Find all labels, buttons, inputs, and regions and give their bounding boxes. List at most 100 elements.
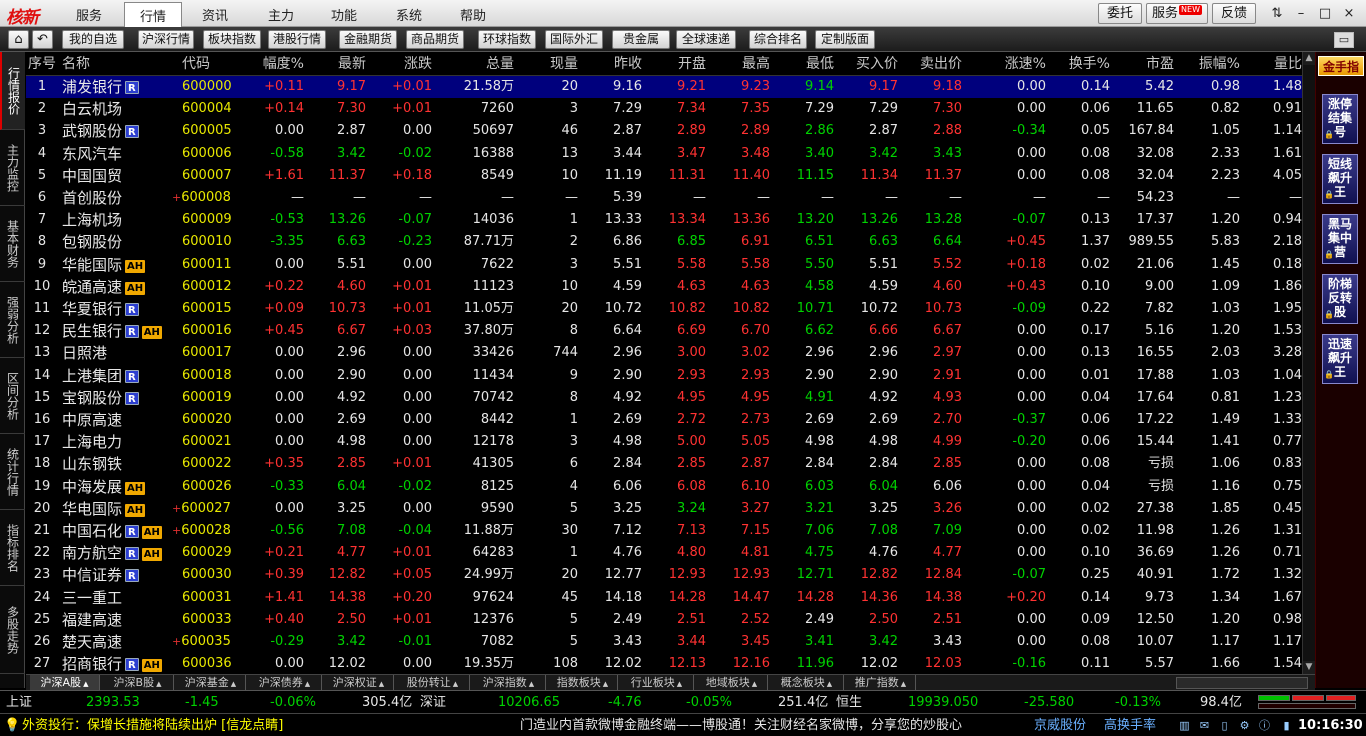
toolbar-jinrongqihuo[interactable]: 金融期货 <box>339 30 397 49</box>
watch-plus-icon[interactable]: + <box>172 191 181 204</box>
table-row[interactable]: 8 包钢股份 600010 -3.35 6.63 -0.23 87.71万 2 6.86 6.85… <box>26 231 1302 253</box>
leftnav-zhibiaopaiming[interactable]: 指标排名 <box>0 510 25 586</box>
leftnav-zhulijiankong[interactable]: 主力监控 <box>0 130 25 206</box>
menu-gongneng[interactable]: 功能 <box>323 5 365 25</box>
watch-plus-icon[interactable]: + <box>172 524 181 537</box>
toolbar-guijinshu[interactable]: 贵金属 <box>612 30 670 49</box>
toolbar-wodezixuan[interactable]: 我的自选 <box>62 30 124 49</box>
table-row[interactable]: 12 民生银行 R AH 600016 +0.45 6.67 +0.03 37.80万 8 6.64… <box>26 320 1302 342</box>
close-icon[interactable]: × <box>1338 4 1360 23</box>
menu-xitong[interactable]: 系统 <box>388 5 430 25</box>
table-row[interactable]: 14 上港集团 R 600018 0.00 2.90 0.00 11434 9 2.90 2.93 2… <box>26 365 1302 387</box>
rightbar-item-4[interactable]: 迅速飙升王 🔒 <box>1322 334 1358 384</box>
menu-hangqing[interactable]: 行情 <box>124 2 182 28</box>
leftnav-jibencaiwu[interactable]: 基本财务 <box>0 206 25 282</box>
scroll-up-icon[interactable]: ▲ <box>1303 52 1315 65</box>
leftnav-qujianfenxi[interactable]: 区间分析 <box>0 358 25 434</box>
table-row[interactable]: 6 首创股份 +600008 — — — — — 5.39 — — — — — — — 54.23 — — <box>26 187 1302 209</box>
fankui-button[interactable]: 反馈 <box>1212 3 1256 24</box>
vertical-scrollbar[interactable]: ▲ ▼ <box>1302 52 1315 674</box>
home-icon[interactable]: ⌂ <box>8 30 29 49</box>
column-header-no[interactable]: 序号 <box>26 52 58 76</box>
toolbar-quanqiusudi[interactable]: 全球速递 <box>676 30 736 49</box>
table-row[interactable]: 17 上海电力 600021 0.00 4.98 0.00 12178 3 4.98 5.00 5.… <box>26 431 1302 453</box>
table-row[interactable]: 20 华电国际 AH +600027 0.00 3.25 0.00 9590 5 3.25 3.24… <box>26 498 1302 520</box>
settings-icon[interactable]: ⚙ <box>1238 719 1251 732</box>
back-icon[interactable]: ↶ <box>32 30 53 49</box>
column-header-code[interactable]: 代码 <box>182 52 234 76</box>
table-row[interactable]: 5 中国国贸 600007 +1.61 11.37 +0.18 8549 10 11.19 11.… <box>26 165 1302 187</box>
market-tab-6[interactable]: 沪深指数 ▲ <box>472 675 546 691</box>
market-tab-4[interactable]: 沪深权证 ▲ <box>324 675 394 691</box>
news-headline[interactable]: 外资投行：保增长措施将陆续出炉 [信龙点睛] <box>22 714 512 736</box>
table-row[interactable]: 26 楚天高速 +600035 -0.29 3.42 -0.01 7082 5 3.43 3.44… <box>26 631 1302 653</box>
market-tab-7[interactable]: 指数板块 ▲ <box>548 675 618 691</box>
column-header-bid[interactable]: 买入价 <box>838 52 898 76</box>
market-tab-0[interactable]: 沪深A股 ▲ <box>30 675 100 691</box>
chart-icon[interactable]: ▥ <box>1178 719 1191 732</box>
rightbar-item-0[interactable]: 涨停结集号 🔒 <box>1322 94 1358 144</box>
column-header-chg[interactable]: 涨跌 <box>370 52 432 76</box>
market-tab-5[interactable]: 股份转让 ▲ <box>396 675 470 691</box>
watch-plus-icon[interactable]: + <box>172 502 181 515</box>
table-row[interactable]: 21 中国石化 R AH +600028 -0.56 7.08 -0.04 11.88万 30 7.… <box>26 520 1302 542</box>
column-header-prev[interactable]: 昨收 <box>582 52 642 76</box>
rightbar-item-3[interactable]: 阶梯反转股 🔒 <box>1322 274 1358 324</box>
toolbar-guojiwaihui[interactable]: 国际外汇 <box>545 30 603 49</box>
scroll-down-icon[interactable]: ▼ <box>1303 661 1315 674</box>
market-tab-3[interactable]: 沪深债券 ▲ <box>248 675 322 691</box>
toolbar-zonghepaiming[interactable]: 综合排名 <box>749 30 807 49</box>
weituo-button[interactable]: 委托 <box>1098 3 1142 24</box>
fuwu-button[interactable]: 服务 NEW <box>1146 3 1208 24</box>
news-ticker[interactable]: 门造业内首款微博金融终端——博股通！关注财经名家微博，分享您的炒股心 <box>520 714 1025 736</box>
leftnav-tongjihangqing[interactable]: 统计行情 <box>0 434 25 510</box>
table-row[interactable]: 22 南方航空 R AH 600029 +0.21 4.77 +0.01 64283 1 4.76 4… <box>26 542 1302 564</box>
jinshouzhi-button[interactable]: 金手指 <box>1318 56 1364 76</box>
mail-icon[interactable]: ✉ <box>1198 719 1211 732</box>
toolbar-dingzhibanmian[interactable]: 定制版面 <box>815 30 875 49</box>
column-header-last[interactable]: 最新 <box>308 52 366 76</box>
horizontal-scrollbar[interactable] <box>1176 677 1308 689</box>
column-header-vol[interactable]: 总量 <box>436 52 514 76</box>
table-row[interactable]: 13 日照港 600017 0.00 2.96 0.00 33426 744 2.96 3.00 3… <box>26 342 1302 364</box>
mobile-icon[interactable]: ▯ <box>1218 719 1231 732</box>
market-tab-8[interactable]: 行业板块 ▲ <box>620 675 694 691</box>
column-header-pe[interactable]: 市盈 <box>1114 52 1174 76</box>
table-row[interactable]: 11 华夏银行 R 600015 +0.09 10.73 +0.01 11.05万 20 10.7… <box>26 298 1302 320</box>
table-row[interactable]: 10 皖通高速 AH 600012 +0.22 4.60 +0.01 11123 10 4.59 4… <box>26 276 1302 298</box>
stock-link[interactable]: 京威股份 <box>1034 714 1086 736</box>
column-header-low[interactable]: 最低 <box>774 52 834 76</box>
toolbar-shangpinqihuo[interactable]: 商品期货 <box>406 30 464 49</box>
restore-layout-icon[interactable]: ⇅ <box>1266 4 1288 23</box>
market-tab-10[interactable]: 概念板块 ▲ <box>770 675 844 691</box>
info-icon[interactable]: ⓘ <box>1258 719 1271 732</box>
market-tab-1[interactable]: 沪深B股 ▲ <box>102 675 174 691</box>
market-tab-11[interactable]: 推广指数 ▲ <box>846 675 916 691</box>
toolbar-huanqiuzhishu[interactable]: 环球指数 <box>478 30 536 49</box>
toolbar-bankuaizhishu[interactable]: 板块指数 <box>203 30 261 49</box>
column-header-amp[interactable]: 振幅% <box>1178 52 1240 76</box>
sh-index-label[interactable]: 上证 <box>6 691 32 714</box>
menu-zhuli[interactable]: 主力 <box>260 5 302 25</box>
column-header-vr[interactable]: 量比 <box>1244 52 1302 76</box>
table-row[interactable]: 7 上海机场 600009 -0.53 13.26 -0.07 14036 1 13.33 13.… <box>26 209 1302 231</box>
menu-bangzhu[interactable]: 帮助 <box>452 5 494 25</box>
table-row[interactable]: 4 东风汽车 600006 -0.58 3.42 -0.02 16388 13 3.44 3.47… <box>26 143 1302 165</box>
column-header-ask[interactable]: 卖出价 <box>902 52 962 76</box>
watch-plus-icon[interactable]: + <box>172 635 181 648</box>
hs-index-label[interactable]: 恒生 <box>836 691 862 714</box>
column-header-open[interactable]: 开盘 <box>646 52 706 76</box>
table-row[interactable]: 3 武钢股份 R 600005 0.00 2.87 0.00 50697 46 2.87 2.89 2… <box>26 120 1302 142</box>
panel-toggle-icon[interactable]: ▭ <box>1334 32 1354 48</box>
column-header-speed[interactable]: 涨速% <box>966 52 1046 76</box>
table-row[interactable]: 19 中海发展 AH 600026 -0.33 6.04 -0.02 8125 4 6.06 6.0… <box>26 476 1302 498</box>
column-header-high[interactable]: 最高 <box>710 52 770 76</box>
table-row[interactable]: 23 中信证券 R 600030 +0.39 12.82 +0.05 24.99万 20 12.7… <box>26 564 1302 586</box>
minimize-icon[interactable]: – <box>1290 4 1312 23</box>
toolbar-ganggu[interactable]: 港股行情 <box>268 30 326 49</box>
column-header-turn[interactable]: 换手% <box>1050 52 1110 76</box>
table-row[interactable]: 15 宝钢股份 R 600019 0.00 4.92 0.00 70742 8 4.92 4.95 4… <box>26 387 1302 409</box>
leftnav-qiangruofenxi[interactable]: 强弱分析 <box>0 282 25 358</box>
market-tab-2[interactable]: 沪深基金 ▲ <box>176 675 246 691</box>
table-row[interactable]: 1 浦发银行 R 600000 +0.11 9.17 +0.01 21.58万 20 9.16 9.… <box>26 76 1302 98</box>
